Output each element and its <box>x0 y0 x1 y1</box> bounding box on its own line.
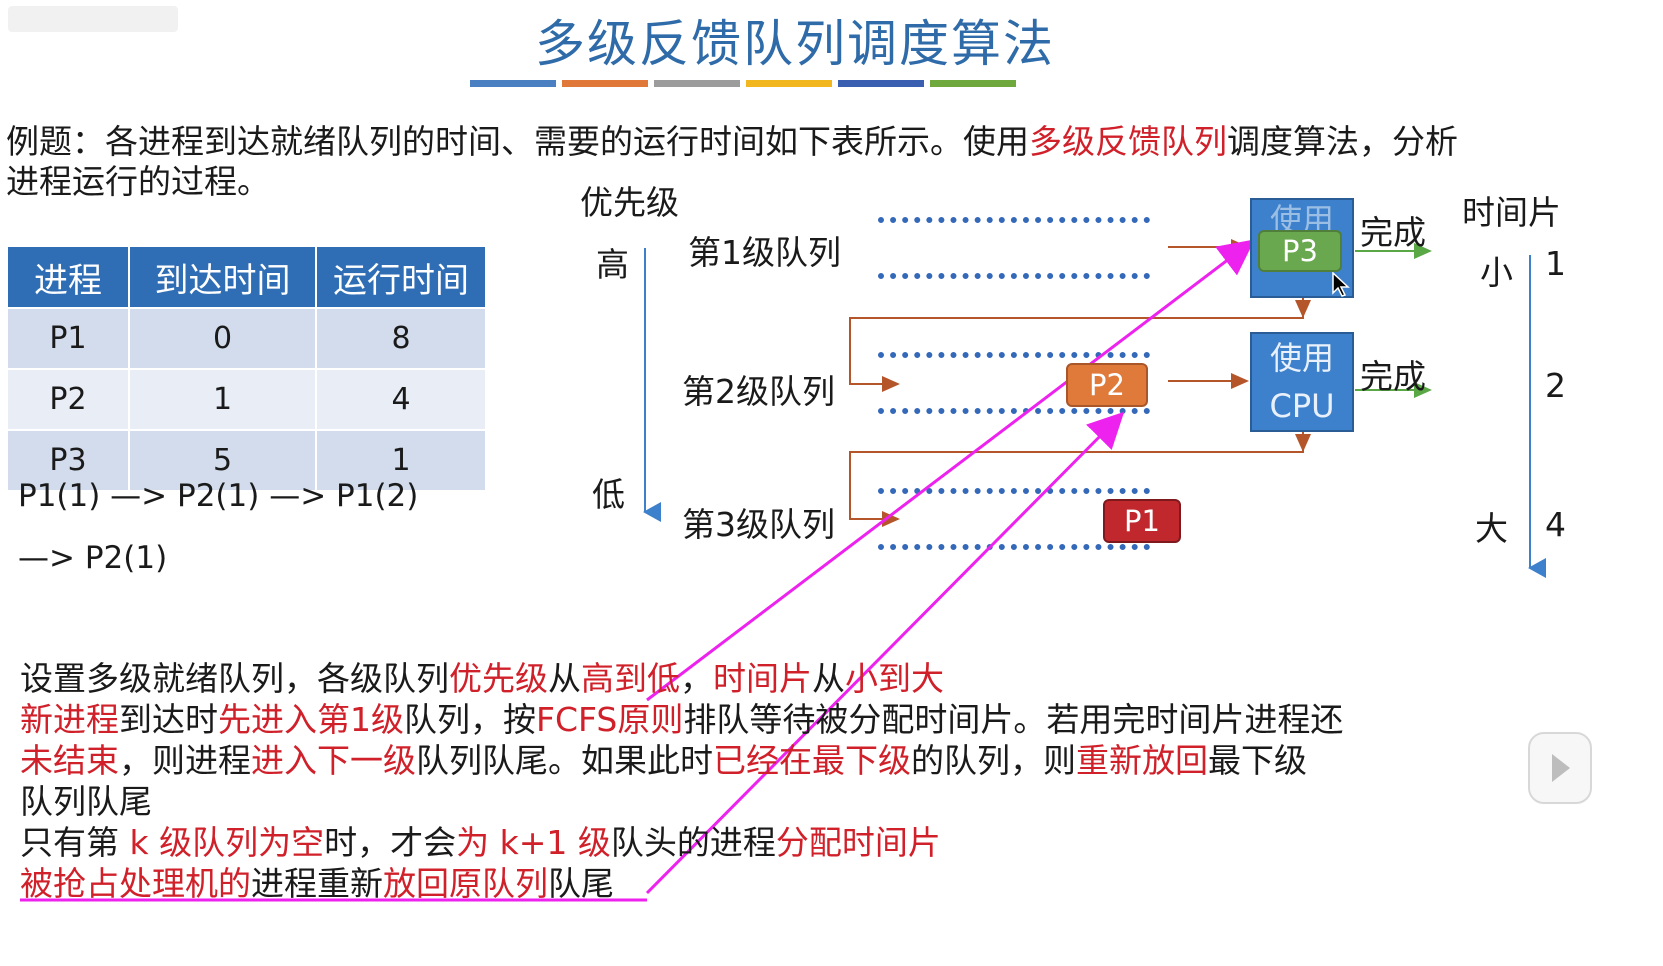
note-highlight: 高到低 <box>581 659 680 698</box>
note-text: 队尾 <box>548 864 614 903</box>
note-text: 队列队尾 <box>20 782 152 821</box>
note-text: 队头的进程 <box>610 823 776 862</box>
note-highlight: 先进入第1级 <box>218 700 404 739</box>
note-highlight: 新进程 <box>20 700 119 739</box>
done-label-2: 完成 <box>1360 357 1426 396</box>
note-text: 的队列，则 <box>911 741 1076 780</box>
note-highlight: 被抢占处理机的 <box>20 864 251 903</box>
cpu-2-label-top: 使用 <box>1269 339 1334 377</box>
p2-token: P2 <box>1066 363 1148 407</box>
note-text: 设置多级就绪队列，各级队列 <box>20 659 449 698</box>
timeslice-value-1: 1 <box>1545 244 1566 283</box>
note-highlight: 为 k+1 级 <box>456 823 611 862</box>
note-line-4: 队列队尾 <box>20 781 152 822</box>
note-highlight: 小到大 <box>845 659 944 698</box>
p1-token: P1 <box>1103 499 1181 543</box>
demote-to-queue-3-arrow <box>849 431 1304 527</box>
note-text: 队列队尾。如果此时 <box>416 741 713 780</box>
note-line-2: 新进程到达时先进入第1级队列，按FCFS原则排队等待被分配时间片。若用完时间片进… <box>20 699 1343 740</box>
note-text: 只有第 <box>20 823 130 862</box>
cpu-box-2: 使用 CPU <box>1250 332 1354 432</box>
note-text: ，则进程 <box>119 741 251 780</box>
note-text: ， <box>680 659 713 698</box>
note-text: 进程重新 <box>251 864 383 903</box>
note-highlight: 重新放回 <box>1076 741 1208 780</box>
note-highlight: 进入下一级 <box>251 741 416 780</box>
note-text: 时，才会 <box>324 823 457 862</box>
note-text: 最下级 <box>1208 741 1307 780</box>
timeslice-value-2: 2 <box>1545 366 1566 405</box>
timeslice-label: 时间片 <box>1462 193 1561 232</box>
note-highlight: 已经在最下级 <box>713 741 911 780</box>
done-label-1: 完成 <box>1360 213 1426 252</box>
note-line-5: 只有第 k 级队列为空时，才会为 k+1 级队头的进程分配时间片 <box>20 822 941 863</box>
note-text: 到达时 <box>119 700 218 739</box>
annotation-arrow-to-p3 <box>646 239 1255 702</box>
note-highlight: 未结束 <box>20 741 119 780</box>
note-highlight: 优先级 <box>449 659 548 698</box>
note-line-6: 被抢占处理机的进程重新放回原队列队尾 <box>20 863 614 904</box>
note-highlight: FCFS原则 <box>536 700 684 739</box>
note-text: 从 <box>548 659 581 698</box>
mouse-cursor-icon <box>1332 272 1350 297</box>
note-highlight: 放回原队列 <box>383 864 548 903</box>
note-highlight: k 级队列为空 <box>129 823 325 862</box>
cpu-2-label-bottom: CPU <box>1269 387 1335 425</box>
timeslice-value-3: 4 <box>1545 505 1566 544</box>
timeslice-large: 大 <box>1475 509 1508 548</box>
note-highlight: 分配时间片 <box>775 823 941 862</box>
note-highlight: 时间片 <box>713 659 812 698</box>
note-line-3: 未结束，则进程进入下一级队列队尾。如果此时已经在最下级的队列，则重新放回最下级 <box>20 740 1307 781</box>
note-text: 队列，按 <box>404 700 536 739</box>
p3-token: P3 <box>1258 230 1342 272</box>
note-line-1: 设置多级就绪队列，各级队列优先级从高到低，时间片从小到大 <box>20 658 944 699</box>
note-text: 排队等待被分配时间片。若用完时间片进程还 <box>683 700 1344 739</box>
play-button[interactable] <box>1528 732 1592 804</box>
timeslice-small: 小 <box>1480 253 1513 292</box>
play-icon <box>1552 754 1570 782</box>
note-text: 从 <box>812 659 845 698</box>
